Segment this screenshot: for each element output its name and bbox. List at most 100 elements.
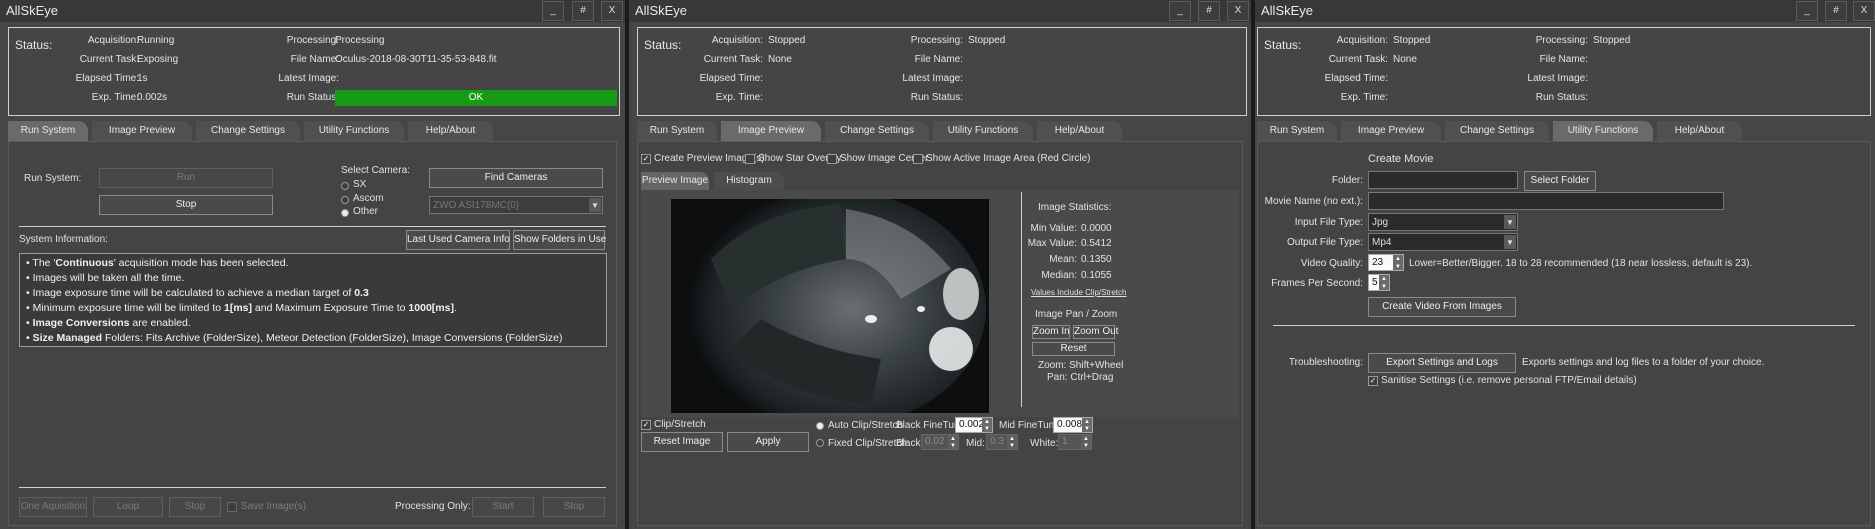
select-folder-button[interactable]: Select Folder xyxy=(1524,171,1596,191)
spin-up-icon[interactable]: ▲ xyxy=(1082,418,1092,425)
mid-input[interactable]: 0.3 ▲ ▼ xyxy=(986,434,1018,450)
tab-utility-functions[interactable]: Utility Functions xyxy=(1553,121,1653,141)
reset-image-button[interactable]: Reset Image xyxy=(641,432,723,452)
close-button[interactable]: X xyxy=(1853,1,1875,21)
tab-run-system[interactable]: Run System xyxy=(637,121,717,141)
median-value: 0.1055 xyxy=(1081,270,1112,281)
create-video-button[interactable]: Create Video From Images xyxy=(1368,297,1516,317)
create-preview-checkbox[interactable]: ✓ xyxy=(641,154,651,164)
spin-up-icon[interactable]: ▲ xyxy=(982,418,992,425)
show-image-center-checkbox[interactable] xyxy=(827,154,837,164)
spin-down-icon[interactable]: ▼ xyxy=(982,425,992,432)
acquisition-label: Acquisition: xyxy=(87,35,139,46)
stop-acquisition-button[interactable]: Stop xyxy=(169,497,221,517)
folder-input[interactable] xyxy=(1368,171,1518,189)
zoom-in-button[interactable]: Zoom In xyxy=(1032,325,1070,339)
tab-change-settings[interactable]: Change Settings xyxy=(196,121,300,141)
run-status-label: Run Status: xyxy=(910,92,963,103)
median-label: Median: xyxy=(1041,270,1077,281)
tab-image-preview[interactable]: Image Preview xyxy=(92,121,192,141)
input-file-type-dropdown[interactable]: Jpg ▼ xyxy=(1368,213,1518,231)
processing-stop-button[interactable]: Stop xyxy=(543,497,605,517)
mid-finetune-input[interactable]: 0.008 ▲ ▼ xyxy=(1053,417,1093,433)
minimize-button[interactable]: _ xyxy=(542,1,564,21)
frames-per-second-input[interactable]: 5 ▲ ▼ xyxy=(1368,274,1390,291)
elapsed-time-label: Elapsed Time: xyxy=(699,73,763,84)
tab-utility-functions[interactable]: Utility Functions xyxy=(933,121,1033,141)
spin-up-icon[interactable]: ▲ xyxy=(1081,435,1091,442)
subtab-preview-image[interactable]: Preview Image xyxy=(641,172,709,190)
show-star-overlay-checkbox[interactable] xyxy=(745,154,755,164)
camera-radio-other[interactable] xyxy=(341,209,349,217)
processing-start-button[interactable]: Start xyxy=(472,497,534,517)
clip-stretch-checkbox[interactable]: ✓ xyxy=(641,420,651,430)
maximize-button[interactable]: # xyxy=(1825,1,1847,21)
spin-down-icon[interactable]: ▼ xyxy=(1007,442,1017,449)
subtab-histogram[interactable]: Histogram xyxy=(714,172,784,190)
one-acquisition-button[interactable]: One Aquisition xyxy=(19,497,87,517)
black-finetune-input[interactable]: 0.002 ▲ ▼ xyxy=(955,417,993,433)
sky-camera-preview-image[interactable] xyxy=(671,199,989,413)
show-folders-in-use-button[interactable]: Show Folders in Use xyxy=(513,230,606,250)
maximize-button[interactable]: # xyxy=(572,1,594,21)
spin-down-icon[interactable]: ▼ xyxy=(1393,262,1403,270)
show-active-area-checkbox[interactable] xyxy=(913,154,923,164)
fixed-clip-radio[interactable] xyxy=(816,439,824,447)
save-images-checkbox[interactable] xyxy=(227,502,237,512)
spin-down-icon[interactable]: ▼ xyxy=(1082,425,1092,432)
mean-value: 0.1350 xyxy=(1081,254,1112,265)
minimize-button[interactable]: _ xyxy=(1796,1,1818,21)
camera-dropdown[interactable]: ZWO ASI178MC(0) ▼ xyxy=(429,196,603,214)
spin-down-icon[interactable]: ▼ xyxy=(1379,282,1389,290)
loop-button[interactable]: Loop xyxy=(93,497,163,517)
spin-up-icon[interactable]: ▲ xyxy=(948,435,958,442)
info-line-5: • Image Conversions are enabled. xyxy=(26,317,191,329)
find-cameras-button[interactable]: Find Cameras xyxy=(429,168,603,188)
maximize-button[interactable]: # xyxy=(1198,1,1220,21)
tab-help-about[interactable]: Help/About xyxy=(408,121,493,141)
tab-help-about[interactable]: Help/About xyxy=(1657,121,1742,141)
app-title: AllSkEye xyxy=(6,3,59,18)
tab-run-system[interactable]: Run System xyxy=(8,121,88,141)
video-quality-input[interactable]: 23 ▲ ▼ xyxy=(1368,254,1404,271)
tab-image-preview[interactable]: Image Preview xyxy=(721,121,821,141)
tab-utility-functions[interactable]: Utility Functions xyxy=(304,121,404,141)
tab-change-settings[interactable]: Change Settings xyxy=(825,121,929,141)
tab-bar: Run System Image Preview Change Settings… xyxy=(8,121,617,141)
black-input[interactable]: 0.02 ▲ ▼ xyxy=(921,434,959,450)
tab-help-about[interactable]: Help/About xyxy=(1037,121,1122,141)
tab-image-preview[interactable]: Image Preview xyxy=(1341,121,1441,141)
tab-run-system[interactable]: Run System xyxy=(1257,121,1337,141)
camera-radio-sx[interactable] xyxy=(341,182,349,190)
mid-value: 0.3 xyxy=(990,436,1004,447)
info-line-3: • Image exposure time will be calculated… xyxy=(26,287,369,299)
output-file-type-dropdown[interactable]: Mp4 ▼ xyxy=(1368,233,1518,251)
minimize-button[interactable]: _ xyxy=(1169,1,1191,21)
sanitise-settings-checkbox[interactable]: ✓ xyxy=(1368,376,1378,386)
export-settings-and-logs-button[interactable]: Export Settings and Logs xyxy=(1368,353,1516,373)
app-title: AllSkEye xyxy=(635,3,688,18)
auto-clip-radio[interactable] xyxy=(816,422,824,430)
run-button[interactable]: Run xyxy=(99,168,273,188)
run-system-label: Run System: xyxy=(24,173,82,184)
reset-zoom-button[interactable]: Reset xyxy=(1032,342,1115,356)
white-input[interactable]: 1 ▲ ▼ xyxy=(1058,434,1092,450)
processing-label: Processing: xyxy=(1535,35,1588,46)
current-task-label: Current Task: xyxy=(79,54,139,65)
movie-name-input[interactable] xyxy=(1368,192,1724,210)
spin-up-icon[interactable]: ▲ xyxy=(1007,435,1017,442)
spin-down-icon[interactable]: ▼ xyxy=(1081,442,1091,449)
apply-button[interactable]: Apply xyxy=(727,432,809,452)
camera-radio-ascom[interactable] xyxy=(341,196,349,204)
last-used-camera-info-button[interactable]: Last Used Camera Info xyxy=(406,230,510,250)
close-button[interactable]: X xyxy=(601,1,623,21)
acquisition-value: Stopped xyxy=(768,35,806,46)
spin-down-icon[interactable]: ▼ xyxy=(948,442,958,449)
tab-change-settings[interactable]: Change Settings xyxy=(1445,121,1549,141)
spin-up-icon[interactable]: ▲ xyxy=(1379,275,1389,283)
spin-up-icon[interactable]: ▲ xyxy=(1393,255,1403,263)
stop-button[interactable]: Stop xyxy=(99,195,273,215)
zoom-out-button[interactable]: Zoom Out xyxy=(1073,325,1118,339)
close-button[interactable]: X xyxy=(1227,1,1249,21)
processing-label: Processing: xyxy=(910,35,963,46)
